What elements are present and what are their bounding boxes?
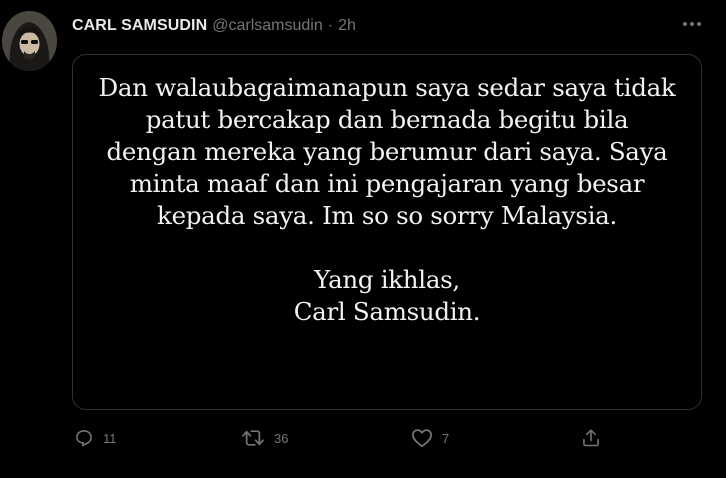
share-icon [583, 429, 599, 447]
text-line: minta maaf dan ini pengajaran yang besar [129, 169, 645, 198]
tweet-header: CARL SAMSUDIN @carlsamsudin · 2h [72, 14, 356, 38]
retweet-icon [242, 430, 264, 446]
avatar-photo [2, 11, 57, 71]
retweet-button[interactable]: 36 [241, 424, 288, 452]
text-line: patut bercakap dan bernada begitu bila [145, 105, 629, 134]
share-button[interactable] [581, 424, 601, 452]
more-options-button[interactable] [678, 10, 706, 38]
heart-icon [412, 429, 432, 448]
image-text: Dan walaubagaimanapun saya sedar saya ti… [73, 72, 701, 328]
reply-count: 11 [103, 430, 117, 446]
closing-line: Yang ikhlas, [314, 265, 460, 294]
text-line: kepada saya. Im so so sorry Malaysia. [157, 201, 617, 230]
text-line: dengan mereka yang berumur dari saya. Sa… [106, 137, 668, 166]
signature-line: Carl Samsudin. [293, 297, 481, 326]
reply-icon [76, 430, 92, 447]
timestamp[interactable]: 2h [338, 17, 356, 35]
text-line: Dan walaubagaimanapun saya sedar saya ti… [98, 73, 676, 102]
author-name[interactable]: CARL SAMSUDIN [72, 17, 207, 35]
avatar[interactable] [2, 11, 57, 71]
tweet-media-card[interactable]: Dan walaubagaimanapun saya sedar saya ti… [72, 54, 702, 410]
author-handle[interactable]: @carlsamsudin [212, 17, 323, 35]
tweet-actions: 11 36 7 [0, 424, 726, 452]
reply-button[interactable]: 11 [74, 424, 117, 452]
retweet-count: 36 [274, 430, 289, 446]
more-dots-icon [683, 22, 701, 26]
separator-dot: · [327, 17, 334, 34]
like-button[interactable]: 7 [411, 424, 449, 452]
like-count: 7 [442, 430, 450, 446]
